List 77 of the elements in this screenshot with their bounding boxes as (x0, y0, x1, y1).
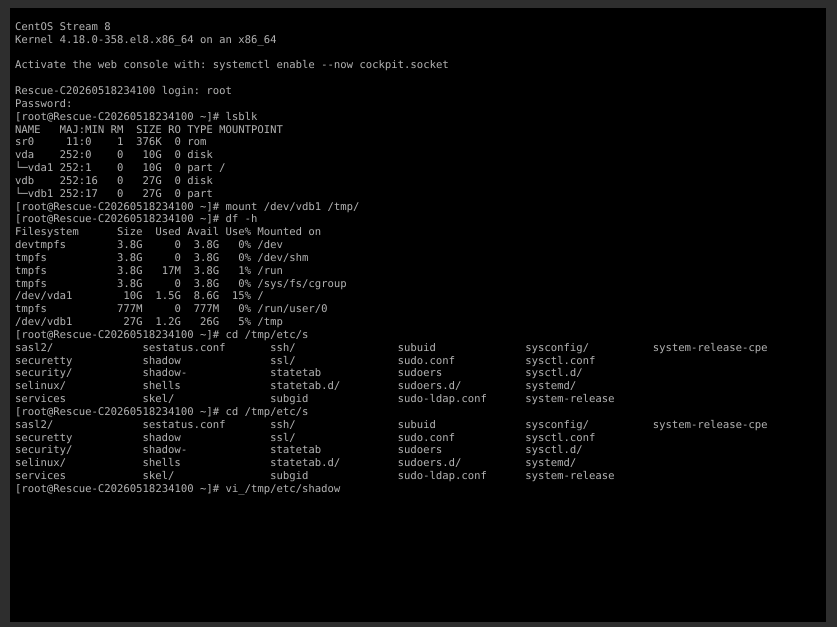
file-name: sudoers.d/ (398, 380, 462, 392)
file-name: sudoers (398, 367, 442, 380)
terminal-line: Password: (15, 98, 72, 111)
file-name: sysctl.conf (525, 354, 596, 367)
terminal-line: Rescue-C20260518234100 login: root (15, 85, 232, 98)
file-name: skel/ (142, 470, 174, 482)
terminal-line: /dev/vda1 10G 1.5G 8.6G 15% / (15, 290, 264, 304)
file-name: sysctl.d/ (525, 444, 583, 456)
file-name: sudoers (398, 444, 442, 456)
terminal-line: vdb 252:16 0 27G 0 disk (15, 174, 213, 187)
file-name: ssh/ (270, 342, 296, 354)
terminal-line: [root@Rescue-C20260518234100 ~]# cd /tmp/etc/s (15, 406, 308, 419)
terminal-line: /dev/vdb1 27G 1.2G 26G 5% /tmp (15, 316, 283, 329)
file-name: selinux/ (15, 457, 66, 470)
file-name: sudo-ldap.conf (398, 393, 487, 406)
file-name: subuid (398, 342, 436, 354)
file-name: system-release-cpe (652, 418, 768, 431)
terminal-line: [root@Rescue-C20260518234100 ~]# vi_/tmp/etc/shadow (15, 482, 340, 496)
file-name: sudoers.d/ (398, 457, 462, 470)
file-name: shadow- (142, 444, 188, 456)
file-name: shadow (142, 354, 181, 367)
file-name: selinux/ (15, 380, 66, 392)
terminal-line: devtmpfs 3.8G 0 3.8G 0% /dev (15, 239, 283, 252)
file-name: ssl/ (270, 354, 296, 367)
file-name: subgid (270, 470, 308, 482)
file-name: securetty (15, 354, 72, 367)
file-name: statetab (270, 367, 322, 380)
file-name: shadow (142, 432, 181, 444)
file-name: sysconfig/ (525, 342, 589, 354)
file-name: systemd/ (525, 457, 576, 470)
file-name: sudo.conf (398, 354, 456, 367)
file-name: shells (142, 380, 181, 392)
terminal-line: tmpfs 3.8G 0 3.8G 0% /dev/shm (15, 252, 308, 265)
file-name: security/ (15, 444, 72, 456)
file-name: subuid (398, 418, 436, 431)
terminal-line: tmpfs 3.8G 0 3.8G 0% /sys/fs/cgroup (15, 278, 347, 290)
terminal-line: [root@Rescue-C20260518234100 ~]# cd /tmp/etc/s (15, 328, 308, 342)
file-name: services (15, 393, 66, 406)
terminal-line: [root@Rescue-C20260518234100 ~]# df -h (15, 213, 258, 226)
terminal-line: [root@Rescue-C20260518234100 ~]# lsblk (15, 110, 258, 124)
file-name: ssl/ (270, 432, 296, 444)
file-name: statetab.d/ (270, 457, 340, 470)
file-name: security/ (15, 367, 72, 380)
terminal-line: └─vda1 252:1 0 10G 0 part / (15, 162, 226, 175)
terminal-line: └─vdb1 252:17 0 27G 0 part (15, 188, 213, 201)
terminal-line: Kernel 4.18.0-358.el8.x86_64 on an x86_64 (15, 34, 276, 47)
file-name: sudo.conf (398, 432, 456, 444)
file-name: systemd/ (525, 380, 576, 392)
file-name: system-release-cpe (652, 342, 768, 354)
terminal-line: vda 252:0 0 10G 0 disk (15, 149, 213, 162)
file-name: subgid (270, 393, 308, 406)
file-name: sestatus.conf (142, 418, 226, 431)
file-name: statetab (270, 444, 322, 456)
terminal-line: sr0 11:0 1 376K 0 rom (15, 136, 206, 150)
file-name: sysconfig/ (525, 418, 589, 431)
file-name: services (15, 470, 66, 482)
terminal-line: tmpfs 3.8G 17M 3.8G 1% /run (15, 264, 283, 278)
terminal-line: NAME MAJ:MIN RM SIZE RO TYPE MOUNTPOINT (15, 124, 283, 136)
terminal-line: Activate the web console with: systemctl enable --now cockpit.socket (15, 59, 449, 72)
file-name: sudo-ldap.conf (398, 470, 487, 482)
file-name: shadow- (142, 367, 188, 380)
terminal-line: [root@Rescue-C20260518234100 ~]# mount /dev/vdb1 /tmp/ (15, 200, 360, 214)
file-name: securetty (15, 432, 72, 444)
file-name: system-release (525, 393, 614, 406)
file-name: statetab.d/ (270, 380, 340, 392)
terminal-line: CentOS Stream 8 (15, 21, 111, 34)
file-name: sysctl.conf (525, 432, 596, 444)
file-name: sasl2/ (15, 418, 54, 431)
file-name: sasl2/ (15, 342, 54, 354)
file-name: sysctl.d/ (525, 367, 583, 380)
terminal-line: Filesystem Size Used Avail Use% Mounted on (15, 226, 322, 240)
file-name: shells (142, 457, 181, 470)
file-name: system-release (525, 470, 614, 482)
file-name: ssh/ (270, 418, 296, 431)
terminal-line: tmpfs 777M 0 777M 0% /run/user/0 (15, 303, 328, 316)
file-name: skel/ (142, 393, 174, 406)
file-name: sestatus.conf (142, 342, 226, 354)
